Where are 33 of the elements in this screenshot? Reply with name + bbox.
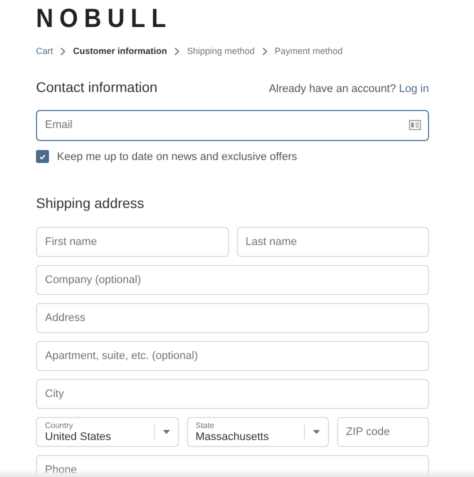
chevron-icon [60,47,66,56]
section-heading: Shipping address [36,194,146,213]
section-heading: Contact information [36,78,158,96]
chevron-icon [174,47,180,56]
text-field[interactable]: First name [36,227,228,257]
checkbox[interactable] [36,150,49,164]
check-icon [39,154,46,160]
field-value: United States [45,432,112,442]
account-prompt: Already have an account? [268,82,396,97]
breadcrumb-item: Customer information [73,45,168,58]
breadcrumb-item: Payment method [274,45,343,58]
logo: NOBULL [36,4,173,35]
checkbox-label: Keep me up to date on news and exclusive offers [57,150,298,164]
field-label: Country [45,422,74,430]
text-field[interactable]: Apartment, suite, etc. (optional) [36,341,429,371]
field-label: State [196,422,216,430]
text-field[interactable]: Company (optional) [36,265,429,295]
select-field[interactable]: State Massachusetts [186,417,329,447]
contact-card-icon[interactable] [409,120,421,130]
chevron-icon [262,47,268,56]
text-field[interactable]: Address [36,303,429,333]
text-field[interactable]: ZIP code [337,417,429,447]
caret-icon [162,430,170,434]
select-field[interactable]: Country United States [36,417,178,447]
caret-icon [313,430,320,434]
field-value: Massachusetts [196,432,270,442]
text-field[interactable]: City [36,379,429,409]
breadcrumb-item[interactable]: Cart [36,45,54,58]
login-link[interactable]: Log in [399,81,429,98]
text-field[interactable]: Last name [236,227,429,257]
email-field[interactable]: Email [36,110,429,140]
text-field[interactable]: Phone [36,455,429,477]
breadcrumb-item: Shipping method [187,45,255,58]
